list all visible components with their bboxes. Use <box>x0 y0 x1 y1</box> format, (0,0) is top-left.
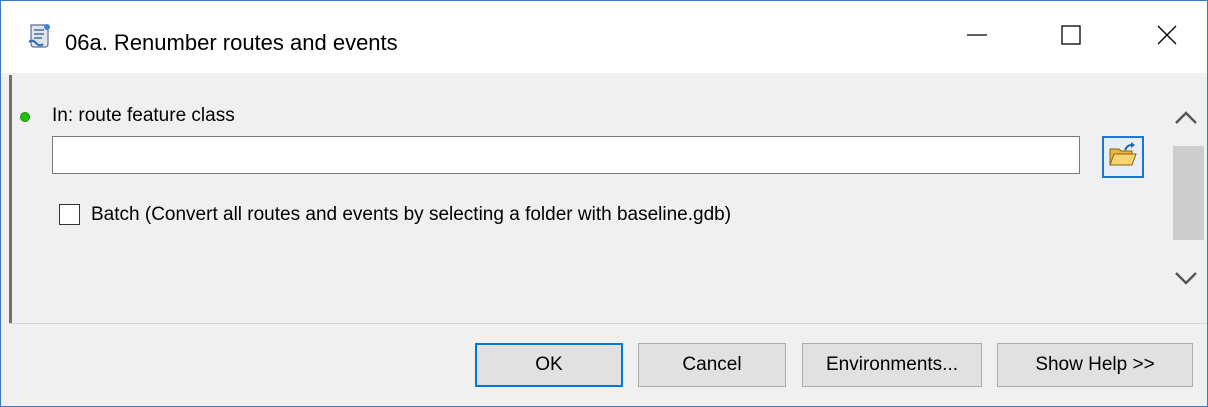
chevron-down-icon <box>1173 269 1199 292</box>
window-title: 06a. Renumber routes and events <box>65 30 398 55</box>
scroll-down-button[interactable] <box>1171 265 1201 295</box>
cancel-button[interactable]: Cancel <box>638 343 786 387</box>
browse-button[interactable] <box>1102 136 1144 178</box>
required-parameter-dot-icon <box>20 112 30 122</box>
close-button[interactable] <box>1137 1 1197 73</box>
maximize-button[interactable] <box>1041 1 1101 73</box>
chevron-up-icon <box>1173 109 1199 132</box>
open-folder-icon <box>1108 141 1138 174</box>
script-tool-icon <box>27 22 53 50</box>
batch-checkbox-label: Batch (Convert all routes and events by … <box>91 204 732 225</box>
ok-button[interactable]: OK <box>475 343 623 387</box>
environments-button[interactable]: Environments... <box>802 343 982 387</box>
route-feature-class-label: In: route feature class <box>52 105 235 126</box>
footer-divider <box>9 323 1207 324</box>
close-icon <box>1156 24 1178 51</box>
title-bar[interactable]: 06a. Renumber routes and events <box>1 1 1207 73</box>
maximize-icon <box>1060 24 1082 51</box>
route-feature-class-input[interactable] <box>52 136 1080 174</box>
scrollbar-thumb[interactable] <box>1173 146 1204 240</box>
batch-checkbox[interactable] <box>59 204 80 225</box>
minimize-icon <box>966 24 988 51</box>
scroll-up-button[interactable] <box>1171 105 1201 135</box>
tool-dialog-window: 06a. Renumber routes and events In: rout… <box>0 0 1208 407</box>
minimize-button[interactable] <box>947 1 1007 73</box>
show-help-button[interactable]: Show Help >> <box>997 343 1193 387</box>
